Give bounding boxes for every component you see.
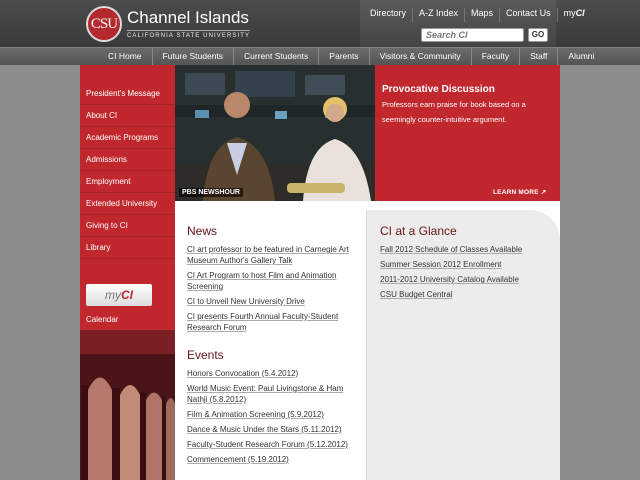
- sidebar-item-extended-university[interactable]: Extended University: [80, 193, 175, 215]
- pbs-newshour-caption: PBS NEWSHOUR: [179, 188, 243, 197]
- nav-item-alumni[interactable]: Alumni: [557, 48, 604, 66]
- sidebar-item-admissions[interactable]: Admissions: [80, 149, 175, 171]
- event-item[interactable]: Dance & Music Under the Stars (5.11.2012…: [187, 424, 357, 435]
- myci-suffix: CI: [575, 8, 585, 18]
- sidebar-item-library[interactable]: Library: [80, 237, 175, 259]
- news-item[interactable]: CI Art Program to host Film and Animatio…: [187, 270, 357, 292]
- newsroom-illustration: [175, 65, 375, 201]
- glance-item[interactable]: CSU Budget Central: [380, 289, 555, 300]
- calendar-label[interactable]: Calendar: [86, 315, 118, 324]
- hero-title[interactable]: Provocative Discussion: [382, 84, 495, 95]
- event-item[interactable]: World Music Event: Paul Livingstone & Ha…: [187, 383, 357, 405]
- sidebar-item-about-ci[interactable]: About CI: [80, 105, 175, 127]
- util-link-myci[interactable]: myCI: [556, 8, 591, 22]
- glance-item[interactable]: Fall 2012 Schedule of Classes Available: [380, 244, 555, 255]
- news-heading: News: [187, 224, 218, 238]
- campus-arches-image: [80, 330, 175, 480]
- event-item[interactable]: Commencement (5.19.2012): [187, 454, 357, 465]
- logo-name: Channel Islands: [127, 8, 249, 27]
- util-link-maps[interactable]: Maps: [464, 8, 499, 22]
- nav-item-future-students[interactable]: Future Students: [151, 48, 233, 66]
- sidebar-item-employment[interactable]: Employment: [80, 171, 175, 193]
- util-link-directory[interactable]: Directory: [364, 8, 412, 22]
- myci-prefix: my: [563, 8, 576, 18]
- nav-item-staff[interactable]: Staff: [519, 48, 557, 66]
- event-item[interactable]: Honors Convocation (5.4.2012): [187, 368, 357, 379]
- event-item[interactable]: Film & Animation Screening (5.9.2012): [187, 409, 357, 420]
- events-heading: Events: [187, 348, 224, 362]
- nav-item-parents[interactable]: Parents: [318, 48, 368, 66]
- glance-item[interactable]: 2011-2012 University Catalog Available: [380, 274, 555, 285]
- learn-more-link[interactable]: LEARN MORE ↗: [493, 188, 546, 196]
- hero-photo[interactable]: [175, 65, 375, 201]
- myci-button[interactable]: myCI: [86, 284, 152, 306]
- sidebar-item-giving[interactable]: Giving to CI: [80, 215, 175, 237]
- main-nav: CI Home Future Students Current Students…: [0, 47, 640, 66]
- site-logo[interactable]: CSU Channel Islands CALIFORNIA STATE UNI…: [86, 6, 251, 42]
- news-item[interactable]: CI art professor to be featured in Carne…: [187, 244, 357, 266]
- hero-text: Professors earn praise for book based on…: [382, 100, 526, 124]
- glance-item[interactable]: Summer Session 2012 Enrollment: [380, 259, 555, 270]
- myci-button-prefix: my: [105, 288, 121, 302]
- nav-item-visitors-community[interactable]: Visitors & Community: [368, 48, 471, 66]
- nav-item-current-students[interactable]: Current Students: [233, 48, 318, 66]
- sidebar-item-academic-programs[interactable]: Academic Programs: [80, 127, 175, 149]
- nav-item-faculty[interactable]: Faculty: [470, 48, 519, 66]
- event-item[interactable]: Faculty-Student Research Forum (5.12.201…: [187, 439, 357, 450]
- util-link-az-index[interactable]: A-Z Index: [412, 8, 464, 22]
- nav-item-ci-home[interactable]: CI Home: [98, 48, 152, 66]
- glance-heading: CI at a Glance: [380, 224, 457, 238]
- arches-illustration: [80, 330, 175, 480]
- search-go-button[interactable]: GO: [528, 28, 548, 42]
- news-item[interactable]: CI to Unveil New University Drive: [187, 296, 357, 307]
- utility-links: Directory A-Z Index Maps Contact Us myCI: [364, 8, 591, 22]
- util-link-contact-us[interactable]: Contact Us: [499, 8, 557, 22]
- logo-mark: CSU: [86, 6, 122, 42]
- sidebar-item-presidents-message[interactable]: President's Message: [80, 83, 175, 105]
- news-item[interactable]: CI presents Fourth Annual Faculty-Studen…: [187, 311, 357, 333]
- search-input[interactable]: [421, 28, 524, 42]
- myci-button-suffix: CI: [121, 288, 133, 302]
- logo-subtitle: CALIFORNIA STATE UNIVERSITY: [127, 30, 251, 39]
